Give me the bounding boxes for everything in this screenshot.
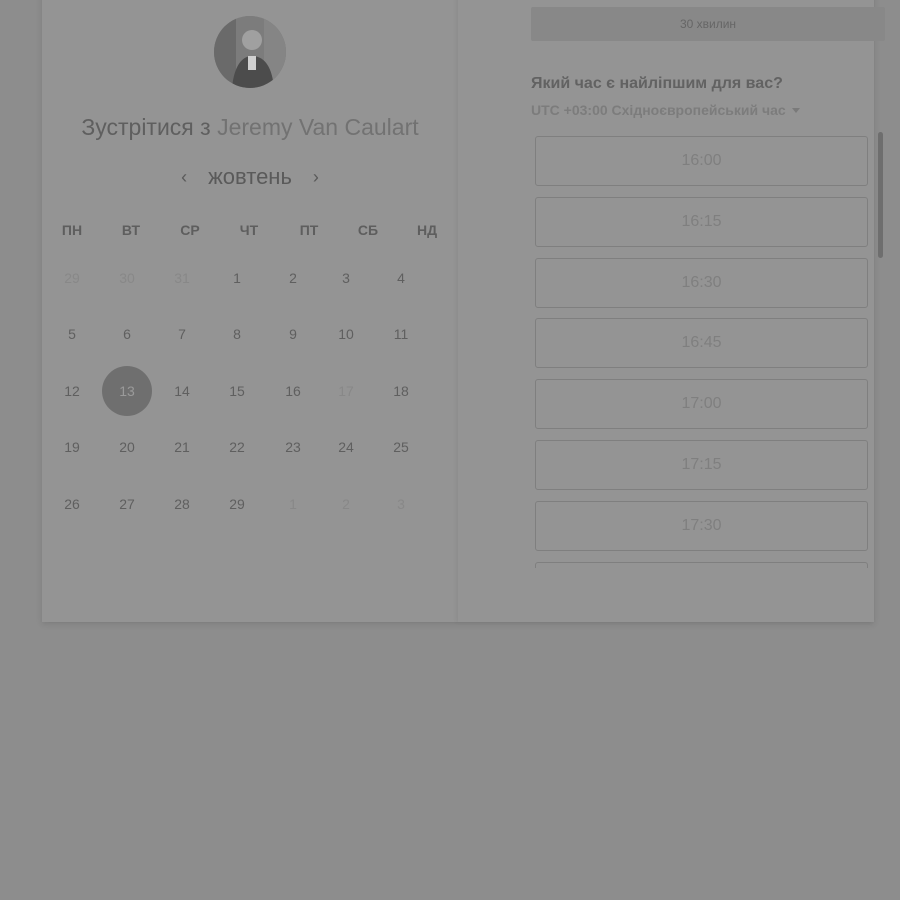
calendar-day: 17 [338, 383, 354, 399]
calendar-day[interactable]: 7 [157, 309, 207, 359]
calendar-day[interactable]: 28 [157, 479, 207, 529]
calendar-day[interactable]: 18 [376, 366, 426, 416]
time-selection-panel: 30 хвилин Який час є найліпшим для вас? … [458, 0, 885, 622]
time-slot-button[interactable] [535, 561, 868, 568]
calendar-day[interactable]: 5 [47, 309, 97, 359]
calendar-day[interactable]: 24 [321, 422, 371, 472]
calendar-day[interactable]: 20 [102, 422, 152, 472]
calendar-day[interactable]: 29 [212, 479, 262, 529]
calendar-day[interactable]: 2 [268, 253, 318, 303]
calendar-day-selected[interactable]: 13 [102, 366, 152, 416]
scrollbar-thumb[interactable] [878, 132, 883, 258]
time-slot-button[interactable]: 17:30 [535, 500, 868, 551]
time-question: Який час є найліпшим для вас? [531, 75, 783, 92]
calendar-day[interactable]: 23 [268, 422, 318, 472]
time-slot-button[interactable]: 16:00 [535, 136, 868, 186]
calendar-day[interactable]: 26 [47, 479, 97, 529]
calendar-day[interactable]: 27 [102, 479, 152, 529]
time-slot-button[interactable]: 16:45 [535, 318, 868, 369]
calendar-day[interactable]: 8 [212, 309, 262, 359]
caret-down-icon [791, 107, 800, 113]
calendar-day[interactable]: 11 [376, 309, 426, 359]
time-slot-button[interactable]: 16:15 [535, 196, 868, 247]
calendar-day: 1 [289, 496, 297, 512]
calendar-day: 3 [397, 496, 405, 512]
calendar-day: 31 [174, 270, 190, 286]
calendar-day: 30 [119, 270, 135, 286]
calendar-day[interactable]: 4 [376, 253, 426, 303]
time-slot-button[interactable]: 17:00 [535, 379, 868, 430]
calendar-day[interactable]: 14 [157, 366, 207, 416]
calendar-day[interactable]: 19 [47, 422, 97, 472]
calendar-day[interactable]: 3 [321, 253, 371, 303]
calendar-panel: Зустрітися з Jeremy Van Caulart ‹ жовтен… [42, 0, 458, 622]
calendar-day[interactable]: 10 [321, 309, 371, 359]
scheduler-card: Зустрітися з Jeremy Van Caulart ‹ жовтен… [42, 0, 885, 622]
time-slot-button[interactable]: 16:30 [535, 257, 868, 308]
time-slot-button[interactable]: 17:15 [535, 440, 868, 490]
calendar-day[interactable]: 12 [47, 366, 97, 416]
timezone-label: UTC +03:00 Східноєвропейський час [531, 102, 786, 118]
calendar-day[interactable]: 22 [212, 422, 262, 472]
calendar-day[interactable]: 1 [212, 253, 262, 303]
calendar-day[interactable]: 9 [268, 309, 318, 359]
time-slot-list: 16:00 16:15 16:30 16:45 17:00 17:15 17:30 [535, 136, 871, 568]
calendar-day[interactable]: 6 [102, 309, 152, 359]
calendar-grid: 29 30 31 1 2 3 4 5 6 7 8 9 10 11 12 13 14 15 16 17 18 19 20 21 2… [42, 0, 458, 622]
calendar-day[interactable]: 16 [268, 366, 318, 416]
calendar-day: 2 [342, 496, 350, 512]
calendar-day: 29 [64, 270, 80, 286]
calendar-day[interactable]: 15 [212, 366, 262, 416]
calendar-day[interactable]: 21 [157, 422, 207, 472]
timezone-select[interactable]: UTC +03:00 Східноєвропейський час [531, 102, 800, 118]
calendar-day[interactable]: 25 [376, 422, 426, 472]
duration-badge[interactable]: 30 хвилин [531, 7, 885, 41]
